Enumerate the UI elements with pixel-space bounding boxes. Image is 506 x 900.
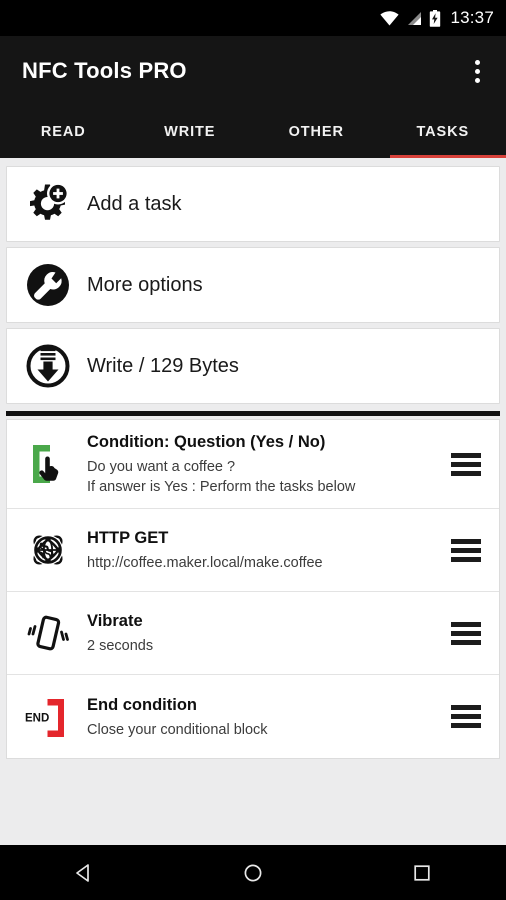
more-options-card[interactable]: More options [6,247,500,323]
task-title: Vibrate [87,612,143,631]
app-bar: NFC Tools PRO [0,36,506,106]
write-download-icon [21,339,75,393]
tab-label: READ [40,124,86,140]
task-row[interactable]: Vibrate 2 seconds [7,592,499,676]
tab-label: TASKS [416,124,470,140]
write-card[interactable]: Write / 129 Bytes [6,328,500,404]
gear-plus-icon [21,177,75,231]
condition-bracket-cursor-icon [19,435,77,493]
android-nav-bar [0,845,506,900]
tab-other[interactable]: OTHER [253,106,380,158]
tab-read[interactable]: READ [0,106,127,158]
handle-bar [451,714,481,720]
handle-bar [451,639,481,645]
status-bar: 13:37 [0,0,506,36]
handle-bar [451,556,481,562]
overflow-menu-icon[interactable] [471,54,484,89]
task-text: Condition: Question (Yes / No) Do you wa… [87,431,449,497]
more-options-label: More options [87,273,203,296]
task-row[interactable]: END End condition Close your conditional… [7,675,499,758]
status-bar-clock: 13:37 [450,8,494,27]
handle-bar [451,452,481,458]
task-subtitle: Close your conditional block [87,721,268,738]
tab-write[interactable]: WRITE [127,106,254,158]
tab-tasks[interactable]: TASKS [380,106,506,158]
handle-bar [451,621,481,627]
task-text: HTTP GET http://coffee.maker.local/make.… [87,527,449,573]
cellular-signal-icon [406,11,422,26]
drag-handle-icon[interactable] [449,705,489,729]
battery-charging-icon [429,9,441,27]
app-root: 13:37 NFC Tools PRO READ WRITE OTHER TAS… [0,0,506,900]
home-circle-icon[interactable] [223,853,283,893]
handle-bar [451,705,481,711]
handle-bar [451,470,481,476]
tab-bar: READ WRITE OTHER TASKS [0,106,506,158]
wrench-circle-icon [21,258,75,312]
task-subtitle: Do you want a coffee ? If answer is Yes … [87,459,356,496]
wifi-icon [380,10,400,26]
task-list: Condition: Question (Yes / No) Do you wa… [6,419,500,760]
task-title: Condition: Question (Yes / No) [87,433,326,451]
add-task-label: Add a task [87,192,182,215]
task-row[interactable]: Condition: Question (Yes / No) Do you wa… [7,420,499,510]
globe-orbit-icon [19,521,77,579]
app-title: NFC Tools PRO [22,58,187,83]
tab-label: WRITE [164,124,216,140]
drag-handle-icon[interactable] [449,621,489,645]
back-triangle-icon[interactable] [54,853,114,893]
write-label: Write / 129 Bytes [87,354,239,377]
recents-square-icon[interactable] [392,853,452,893]
task-subtitle: http://coffee.maker.local/make.coffee [87,555,323,572]
task-title: End condition [87,695,197,714]
end-bracket-icon: END [19,688,77,746]
handle-bar [451,547,481,553]
overflow-dot [475,68,480,74]
drag-handle-icon[interactable] [449,538,489,562]
tasks-scroll-area: Add a task More options Write / 129 Byte… [0,158,506,845]
task-title: HTTP GET [87,529,169,548]
vibrate-phone-icon [19,604,77,662]
task-text: Vibrate 2 seconds [87,610,449,656]
task-text: End condition Close your conditional blo… [87,694,449,740]
handle-bar [451,630,481,636]
overflow-dot [475,59,480,65]
tab-label: OTHER [288,124,344,140]
overflow-dot [475,77,480,83]
handle-bar [451,723,481,729]
section-divider [6,411,500,416]
handle-bar [451,461,481,467]
handle-bar [451,538,481,544]
svg-text:END: END [25,712,49,724]
drag-handle-icon[interactable] [449,452,489,476]
task-row[interactable]: HTTP GET http://coffee.maker.local/make.… [7,509,499,593]
task-subtitle: 2 seconds [87,638,154,655]
add-task-card[interactable]: Add a task [6,166,500,242]
